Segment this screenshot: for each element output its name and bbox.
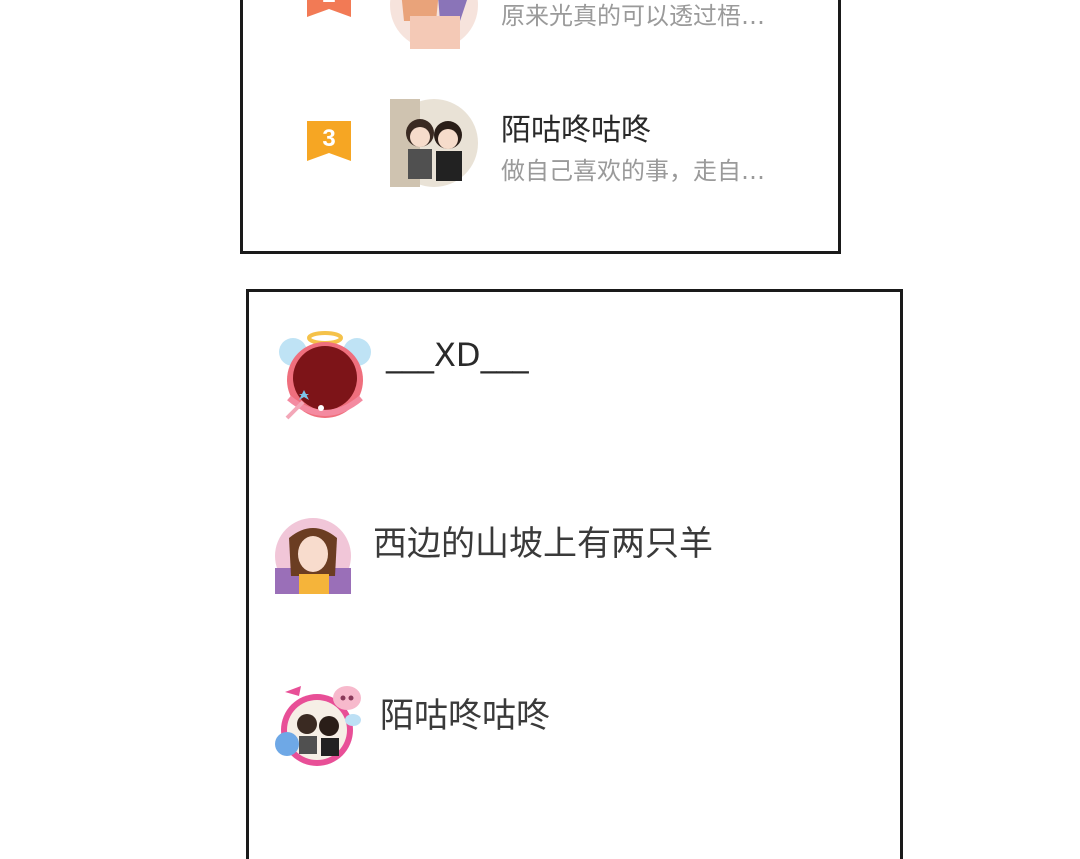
user-avatar-sheep[interactable] (275, 518, 351, 594)
user-list-panel: ___XD___ 西边的山坡上有两只羊 陌咕咚咕咚 (246, 289, 903, 859)
user-description-3: 做自己喜欢的事，走自… (501, 157, 765, 185)
user-avatar-3[interactable] (390, 99, 478, 187)
user-name-2: 西边的山坡上有两只羊 (373, 524, 713, 564)
user-name-1: ___XD___ (386, 336, 529, 374)
pink-bow-avatar-frame-icon (275, 686, 361, 766)
user-avatar-2[interactable] (390, 0, 478, 49)
user-description-2: 原来光真的可以透过梧… (501, 2, 765, 30)
rank-number-2: 2 (307, 0, 351, 9)
user-name-3-list: 陌咕咚咕咚 (380, 696, 550, 736)
user-name-3: 陌咕咚咕咚 (501, 113, 651, 148)
rank-number-3: 3 (322, 125, 336, 152)
ranking-panel: 2 原来光真的可以透过梧… 3 陌咕咚咕咚 做自己喜欢的事，走自… (240, 0, 841, 254)
angel-wings-avatar-frame-icon (279, 331, 371, 420)
